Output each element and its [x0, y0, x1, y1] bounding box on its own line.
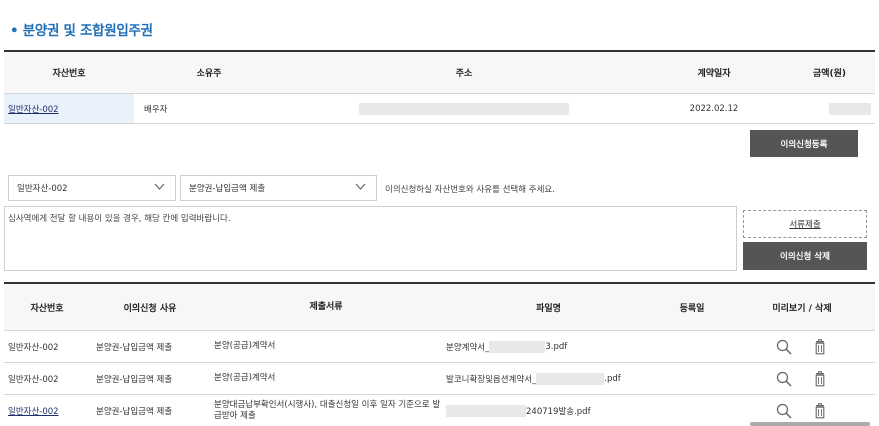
asset-select[interactable]: 일반자산-002	[8, 175, 176, 201]
select-hint: 이의신청하실 자산번호와 사유를 선택해 주세요.	[385, 185, 555, 195]
table-row: 일반자산-002 분양권-납입금액 제출 분양(공급)계약서 분양계약서_ 3.…	[4, 331, 875, 363]
trash-icon[interactable]	[812, 370, 828, 387]
doc-cell: 분양(공급)계약서	[214, 373, 276, 383]
masked-file-name	[536, 372, 605, 385]
header-submitted-doc: 제출서류	[309, 301, 343, 312]
asset-table: 자산번호 소유주 주소 계약일자 금액(원) 일반자산-002 배우자 2022…	[4, 50, 875, 124]
actions-cell	[729, 370, 875, 387]
asset-no-link[interactable]: 일반자산-002	[8, 407, 59, 417]
reason-cell: 분양권-납입금액 제출	[96, 406, 173, 417]
table-row: 일반자산-002 분양권-납입금액 제출 분양대금납부확인서(시행사), 대출신…	[4, 395, 875, 426]
table-row: 일반자산-002 분양권-납입금액 제출 분양(공급)계약서 발코니확장및옵션계…	[4, 363, 875, 395]
header-file-name: 파일명	[536, 303, 561, 314]
header-contract-date: 계약일자	[697, 69, 731, 79]
amount-cell	[784, 102, 875, 115]
file-name-cell: 240719발송.pdf	[442, 404, 655, 417]
chevron-down-icon	[154, 183, 165, 190]
table-row: 일반자산-002 배우자 2022.02.12	[4, 94, 875, 124]
masked-address	[359, 102, 569, 115]
masked-file-name	[489, 340, 546, 353]
asset-no-cell: 일반자산-002	[8, 342, 59, 353]
file-name-suffix: 240719발송.pdf	[526, 407, 591, 417]
file-name: 발코니확장및옵션계약서_ .pdf	[446, 372, 621, 385]
asset-table-header: 자산번호 소유주 주소 계약일자 금액(원)	[4, 52, 875, 94]
trash-icon[interactable]	[812, 338, 828, 355]
delete-objection-button[interactable]: 이의신청 삭제	[743, 242, 867, 270]
masked-amount	[828, 102, 871, 115]
header-asset-no: 자산번호	[52, 69, 86, 79]
asset-no-link[interactable]: 일반자산-002	[8, 103, 59, 115]
file-name-prefix: 분양계약서_	[446, 342, 490, 353]
doc-cell: 분양대금납부확인서(시행사), 대출신청일 이후 일자 기준으로 발급받아 제출	[214, 399, 441, 421]
owner-cell: 배우자	[144, 104, 168, 115]
doc-cell: 분양(공급)계약서	[214, 341, 276, 351]
asset-no-cell: 일반자산-002	[8, 374, 59, 385]
contract-date-cell: 2022.02.12	[689, 103, 739, 114]
reason-select[interactable]: 분양권-납입금액 제출	[180, 175, 377, 201]
masked-file-name	[446, 405, 526, 417]
header-preview-delete: 미리보기 / 삭제	[772, 303, 832, 314]
file-name-suffix: .pdf	[604, 373, 621, 384]
memo-placeholder: 심사역에게 전달 할 내용이 있을 경우, 해당 칸에 입력바랍니다.	[8, 214, 231, 224]
file-name-suffix: 3.pdf	[545, 341, 568, 352]
trash-icon[interactable]	[812, 402, 828, 419]
file-name-cell: 발코니확장및옵션계약서_ .pdf	[442, 372, 655, 385]
file-name-cell: 분양계약서_ 3.pdf	[442, 340, 655, 353]
documents-table: 자산번호 이의신청 사유 제출서류 파일명 등록일 미리보기 / 삭제 일반자산…	[4, 282, 875, 426]
actions-cell	[729, 338, 875, 355]
reason-cell: 분양권-납입금액 제출	[96, 374, 173, 385]
reason-select-value: 분양권-납입금액 제출	[189, 184, 266, 194]
actions-cell	[729, 402, 875, 419]
section-title: • 분양권 및 조합원입주권	[10, 23, 153, 39]
file-name-prefix: 발코니확장및옵션계약서_	[446, 374, 537, 385]
documents-table-header: 자산번호 이의신청 사유 제출서류 파일명 등록일 미리보기 / 삭제	[4, 284, 875, 331]
asset-no-cell: 일반자산-002	[4, 94, 134, 123]
reason-cell: 분양권-납입금액 제출	[96, 342, 173, 353]
address-cell	[284, 102, 644, 115]
magnifier-icon[interactable]	[776, 403, 792, 419]
header-registered-date: 등록일	[679, 303, 705, 314]
horizontal-scrollbar[interactable]	[750, 422, 870, 426]
register-objection-button[interactable]: 이의신청등록	[750, 130, 858, 157]
header-reason: 이의신청 사유	[123, 303, 177, 314]
magnifier-icon[interactable]	[776, 339, 792, 355]
memo-textarea[interactable]: 심사역에게 전달 할 내용이 있을 경우, 해당 칸에 입력바랍니다.	[4, 206, 737, 271]
header-asset-no: 자산번호	[30, 303, 64, 314]
chevron-down-icon	[355, 183, 366, 190]
asset-select-value: 일반자산-002	[17, 184, 68, 194]
submit-documents-button[interactable]: 서류제출	[743, 210, 867, 238]
asset-no-cell: 일반자산-002	[4, 405, 90, 417]
magnifier-icon[interactable]	[776, 371, 792, 387]
file-name: 240719발송.pdf	[446, 405, 591, 417]
file-name: 분양계약서_ 3.pdf	[446, 340, 568, 353]
header-owner: 소유주	[196, 69, 222, 79]
header-address: 주소	[455, 69, 473, 79]
header-amount: 금액(원)	[812, 69, 847, 79]
